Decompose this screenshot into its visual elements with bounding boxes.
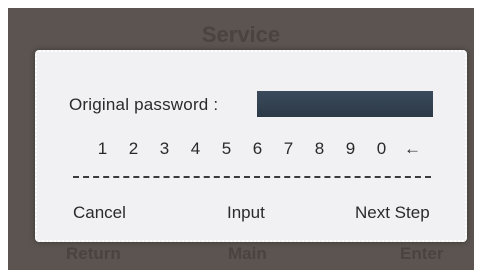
return-button[interactable]: Return [66, 244, 121, 264]
cancel-button[interactable]: Cancel [73, 203, 126, 223]
key-4[interactable]: 4 [180, 139, 211, 159]
key-6[interactable]: 6 [242, 139, 273, 159]
screen-footer: Return Main Enter [8, 244, 474, 264]
key-7[interactable]: 7 [273, 139, 304, 159]
screen-title: Service [201, 22, 281, 47]
password-label: Original password : [69, 95, 219, 114]
key-5[interactable]: 5 [211, 139, 242, 159]
next-step-button[interactable]: Next Step [355, 203, 430, 223]
main-button[interactable]: Main [228, 244, 267, 264]
password-dialog: Original password : 1 2 3 4 5 6 7 8 9 0 … [35, 50, 467, 242]
enter-button[interactable]: Enter [400, 244, 443, 264]
backspace-left-arrow-icon[interactable]: ← [397, 139, 428, 159]
key-8[interactable]: 8 [304, 139, 335, 159]
key-1[interactable]: 1 [87, 139, 118, 159]
key-3[interactable]: 3 [149, 139, 180, 159]
key-9[interactable]: 9 [335, 139, 366, 159]
key-0[interactable]: 0 [366, 139, 397, 159]
password-input[interactable] [257, 91, 433, 117]
dashed-divider [73, 176, 431, 178]
number-keypad: 1 2 3 4 5 6 7 8 9 0 ← [87, 138, 428, 160]
key-2[interactable]: 2 [118, 139, 149, 159]
input-button[interactable]: Input [227, 203, 265, 223]
